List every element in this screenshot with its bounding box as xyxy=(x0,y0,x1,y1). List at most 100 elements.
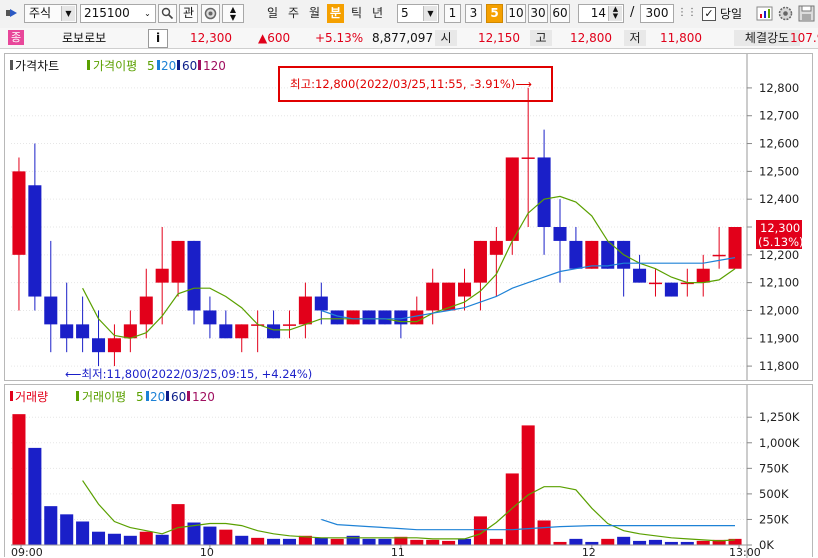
interval-60[interactable]: 60 xyxy=(550,4,570,23)
price-y-tick-label: 12,000 xyxy=(759,303,799,317)
gwan-button-label: 관 xyxy=(182,6,195,20)
scroll-stepper[interactable]: ▲ ▼ xyxy=(222,4,244,23)
candle-body xyxy=(155,268,169,283)
period-day-label: 일 xyxy=(266,6,279,20)
price-y-tick-label: 12,100 xyxy=(759,276,799,290)
gear-icon[interactable] xyxy=(777,5,794,22)
price-y-tick-label: 11,900 xyxy=(759,331,799,345)
search-button[interactable] xyxy=(158,4,177,23)
period-tick[interactable]: 틱 xyxy=(348,4,365,23)
period-month[interactable]: 월 xyxy=(306,4,323,23)
chart-tools-icon[interactable] xyxy=(756,5,773,22)
volume-legend-ma20: 20 xyxy=(150,390,165,404)
volume-bar xyxy=(76,521,90,545)
candle-body xyxy=(712,254,726,257)
interval-3[interactable]: 3 xyxy=(465,4,482,23)
volume-bar xyxy=(171,504,185,545)
candle-body xyxy=(28,185,42,297)
display-count-input[interactable]: 14 ▲ ▼ xyxy=(578,4,624,23)
today-label: 당일 xyxy=(720,7,743,21)
candle-body xyxy=(219,324,233,339)
period-year[interactable]: 년 xyxy=(369,4,386,23)
interval-10-label: 10 xyxy=(508,6,524,20)
period-minute[interactable]: 분 xyxy=(327,4,344,23)
volume-bar xyxy=(12,414,26,545)
price-legend-title: 가격차트 xyxy=(15,59,59,73)
interval-60-label: 60 xyxy=(552,6,568,20)
period-week[interactable]: 주 xyxy=(285,4,302,23)
volume-bar xyxy=(569,538,583,545)
period-day[interactable]: 일 xyxy=(264,4,281,23)
high-label: 고 xyxy=(530,30,552,46)
price-y-tick-label: 12,600 xyxy=(759,137,799,151)
price-legend-ma60: 60 xyxy=(182,59,197,73)
market-type-select[interactable]: 주식 ▼ xyxy=(24,4,77,23)
interval-3-label: 3 xyxy=(469,6,478,20)
volume-bar xyxy=(442,540,456,545)
stock-code-input[interactable]: 215100 ⌄ xyxy=(80,4,156,23)
expand-icon[interactable]: ⋮⋮ xyxy=(677,5,697,20)
interval-1[interactable]: 1 xyxy=(444,4,461,23)
settings-icon xyxy=(204,7,217,20)
interval-10[interactable]: 10 xyxy=(506,4,526,23)
x-axis-label: 10 xyxy=(200,546,214,558)
volume-bar xyxy=(155,534,169,545)
candle-body xyxy=(187,240,201,311)
price-chart-panel[interactable]: 12,800 12,700 12,600 12,500 12,400 12,300 12,2… xyxy=(4,53,813,381)
toolbar: 주식 ▼ 215100 ⌄ 관 ▲ ▼ 일 주 월 분 틱 년 5 ▼ 1 3 … xyxy=(0,0,818,29)
interval-30-label: 30 xyxy=(530,6,546,20)
gwan-button[interactable]: 관 xyxy=(179,4,198,23)
chevron-down-icon[interactable]: ▼ xyxy=(423,6,437,21)
volume-bar xyxy=(378,538,392,545)
price-legend-ma: 가격이평 xyxy=(93,59,137,73)
volume-bar xyxy=(648,539,663,545)
strength-value: 107.9 xyxy=(790,31,818,45)
candle-body xyxy=(633,268,647,283)
price-chart[interactable]: 12,800 12,700 12,600 12,500 12,400 12,300 12,2… xyxy=(5,54,812,380)
candle-body xyxy=(60,324,74,339)
open-label: 시 xyxy=(435,30,457,46)
down-arrow-icon[interactable]: ▼ xyxy=(223,14,243,22)
candle-body xyxy=(569,240,583,269)
volume-bar xyxy=(219,529,233,545)
today-checkbox[interactable]: ✓ xyxy=(702,7,716,21)
candle-body xyxy=(12,171,26,255)
high-value: 12,800 xyxy=(570,31,612,45)
chevron-down-icon[interactable]: ▼ xyxy=(61,6,75,21)
interval-value: 5 xyxy=(401,6,409,20)
volume-bar xyxy=(267,538,281,545)
low-annotation: ⟵최저:11,800(2022/03/25,09:15, +4.24%) xyxy=(65,367,312,380)
period-year-label: 년 xyxy=(371,6,384,20)
total-count-value: 300 xyxy=(645,6,669,20)
volume-bar xyxy=(235,535,249,545)
candle-body xyxy=(553,227,567,241)
pin-icon[interactable] xyxy=(5,6,19,20)
info-button[interactable]: i xyxy=(148,29,168,48)
volume-y-tick-label: 500K xyxy=(759,487,789,501)
volume-bar xyxy=(314,537,328,545)
volume-bar xyxy=(617,536,631,545)
candle-body xyxy=(235,324,249,339)
total-count-input[interactable]: 300 xyxy=(640,4,674,23)
volume-bar xyxy=(505,473,519,545)
candle-body xyxy=(473,240,487,283)
chevron-down-icon[interactable]: ⌄ xyxy=(141,6,154,21)
save-icon[interactable] xyxy=(798,5,815,22)
candle-body xyxy=(648,282,663,285)
volume-bar xyxy=(457,538,472,545)
interval-5[interactable]: 5 xyxy=(486,4,503,23)
volume-chart-panel[interactable]: 1,250K 1,000K 750K 500K 250K 0K 거래량 거래이평 5 20… xyxy=(4,384,813,558)
candle-body xyxy=(728,227,742,269)
volume-bar xyxy=(521,425,535,545)
volume-chart[interactable]: 1,250K 1,000K 750K 500K 250K 0K 거래량 거래이평 5 20… xyxy=(5,385,812,558)
volume-y-tick-label: 750K xyxy=(759,461,789,475)
candle-body xyxy=(139,296,153,325)
volume-bar xyxy=(60,514,74,545)
search-icon xyxy=(161,7,174,20)
candle-body xyxy=(378,310,392,325)
count-stepper[interactable]: ▲ ▼ xyxy=(608,6,622,21)
tools-button[interactable] xyxy=(201,4,220,23)
interval-30[interactable]: 30 xyxy=(528,4,548,23)
volume-y-tick-label: 1,250K xyxy=(759,410,800,424)
interval-select[interactable]: 5 ▼ xyxy=(397,4,439,23)
